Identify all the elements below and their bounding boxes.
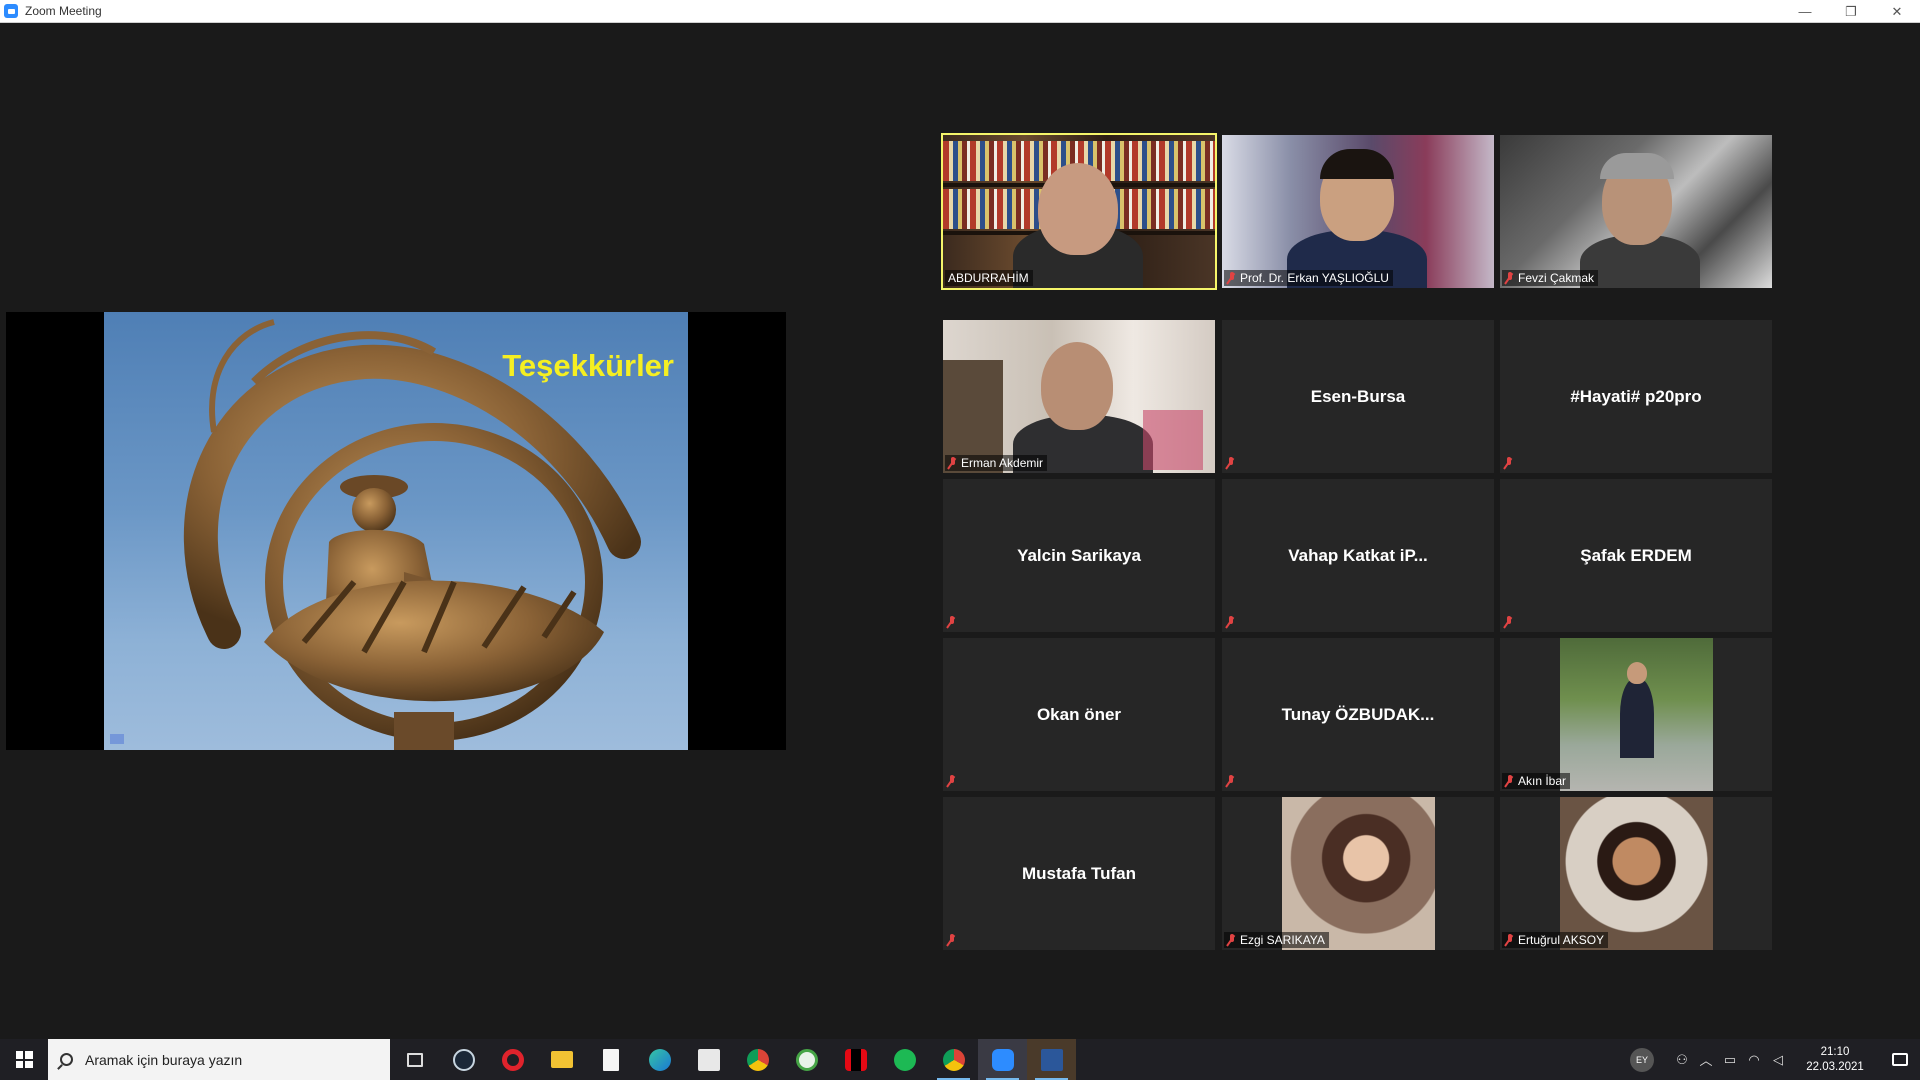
netflix-icon[interactable] bbox=[831, 1039, 880, 1080]
muted-mic-icon bbox=[947, 934, 957, 946]
participant-tile-erman[interactable]: Erman Akdemir bbox=[943, 320, 1215, 473]
participant-tile-abdurrahim[interactable]: ABDURRAHİM bbox=[941, 133, 1217, 290]
participant-tile-erkan[interactable]: Prof. Dr. Erkan YAŞLIOĞLU bbox=[1222, 135, 1494, 288]
muted-mic-icon bbox=[1504, 616, 1514, 628]
minimize-button[interactable]: — bbox=[1782, 0, 1828, 23]
participant-tile-safak[interactable]: Şafak ERDEM bbox=[1500, 479, 1772, 632]
participant-tile-okan[interactable]: Okan öner bbox=[943, 638, 1215, 791]
participant-name: Mustafa Tufan bbox=[1022, 863, 1136, 883]
participant-name-label: Ertuğrul AKSOY bbox=[1502, 932, 1609, 948]
user-avatar[interactable]: EY bbox=[1630, 1047, 1654, 1072]
chrome-profile-icon[interactable] bbox=[929, 1039, 978, 1080]
presentation-slide: Teşekkürler bbox=[104, 312, 688, 750]
participant-name: Okan öner bbox=[1036, 704, 1122, 724]
participant-photo bbox=[1560, 797, 1713, 950]
taskbar-search[interactable]: Aramak için buraya yazın bbox=[48, 1039, 390, 1080]
participant-name: Şafak ERDEM bbox=[1580, 545, 1692, 565]
search-icon bbox=[60, 1053, 73, 1066]
meeting-area: Teşekkürler ABDURRAHİM Prof. Dr. Erkan Y… bbox=[0, 23, 1920, 1039]
participant-name: Tunay ÖZBUDAK... bbox=[1281, 704, 1435, 724]
edge-icon[interactable] bbox=[635, 1039, 684, 1080]
cursor-icon bbox=[110, 734, 124, 744]
participant-video bbox=[1222, 135, 1494, 288]
people-icon[interactable]: ⚇ bbox=[1670, 1052, 1694, 1068]
start-button[interactable] bbox=[0, 1039, 48, 1080]
muted-mic-icon bbox=[1226, 457, 1236, 469]
taskbar: Aramak için buraya yazın EY ⚇ ︿ ▭ ◠ ◁ 21… bbox=[0, 1039, 1920, 1080]
participant-tile-vahap[interactable]: Vahap Katkat iP... bbox=[1222, 479, 1494, 632]
muted-mic-icon bbox=[1505, 934, 1515, 946]
participant-photo bbox=[1282, 797, 1435, 950]
store-icon[interactable] bbox=[684, 1039, 733, 1080]
muted-mic-icon bbox=[947, 616, 957, 628]
word-icon[interactable] bbox=[1027, 1039, 1076, 1080]
participant-video bbox=[1500, 135, 1772, 288]
title-bar: Zoom Meeting — ❐ ✕ bbox=[0, 0, 1920, 23]
participant-name: Esen-Bursa bbox=[1310, 386, 1406, 406]
muted-mic-icon bbox=[1505, 272, 1515, 284]
participant-name: Vahap Katkat iP... bbox=[1288, 545, 1428, 565]
participant-video bbox=[943, 320, 1215, 473]
participant-name-label: ABDURRAHİM bbox=[945, 270, 1033, 286]
participant-photo bbox=[1560, 638, 1713, 791]
close-button[interactable]: ✕ bbox=[1874, 0, 1920, 23]
zoom-icon[interactable] bbox=[978, 1039, 1027, 1080]
muted-mic-icon bbox=[1226, 775, 1236, 787]
chrome-icon[interactable] bbox=[733, 1039, 782, 1080]
muted-mic-icon bbox=[947, 775, 957, 787]
participant-tile-esen[interactable]: Esen-Bursa bbox=[1222, 320, 1494, 473]
task-view-icon[interactable] bbox=[390, 1039, 439, 1080]
participant-tile-tunay[interactable]: Tunay ÖZBUDAK... bbox=[1222, 638, 1494, 791]
notepad-icon[interactable] bbox=[586, 1039, 635, 1080]
vpn-icon[interactable] bbox=[782, 1039, 831, 1080]
muted-mic-icon bbox=[1227, 272, 1237, 284]
participant-tile-yalcin[interactable]: Yalcin Sarikaya bbox=[943, 479, 1215, 632]
volume-icon[interactable]: ◁ bbox=[1766, 1052, 1790, 1068]
muted-mic-icon bbox=[1505, 775, 1515, 787]
participant-tile-mustafa[interactable]: Mustafa Tufan bbox=[943, 797, 1215, 950]
slide-title: Teşekkürler bbox=[502, 348, 674, 383]
wifi-icon[interactable]: ◠ bbox=[1742, 1052, 1766, 1068]
file-explorer-icon[interactable] bbox=[537, 1039, 586, 1080]
muted-mic-icon bbox=[948, 457, 958, 469]
muted-mic-icon bbox=[1227, 934, 1237, 946]
participant-video bbox=[943, 135, 1215, 288]
notification-center-icon[interactable] bbox=[1880, 1053, 1920, 1066]
zoom-app-icon bbox=[4, 4, 18, 18]
windows-icon bbox=[15, 1051, 33, 1068]
clock-date: 22.03.2021 bbox=[1806, 1060, 1864, 1073]
system-tray: EY ⚇ ︿ ▭ ◠ ◁ 21:10 22.03.2021 bbox=[1630, 1039, 1920, 1080]
participant-tile-hayati[interactable]: #Hayati# p20pro bbox=[1500, 320, 1772, 473]
search-placeholder: Aramak için buraya yazın bbox=[85, 1051, 243, 1068]
opera-icon[interactable] bbox=[488, 1039, 537, 1080]
participant-name-label: Ezgi SARIKAYA bbox=[1224, 932, 1329, 948]
clock-time: 21:10 bbox=[1820, 1045, 1850, 1058]
participant-name-label: Akın İbar bbox=[1502, 773, 1571, 789]
window-controls: — ❐ ✕ bbox=[1782, 0, 1920, 23]
participant-name-label: Erman Akdemir bbox=[945, 455, 1048, 471]
window-title: Zoom Meeting bbox=[25, 4, 102, 18]
shared-screen[interactable]: Teşekkürler bbox=[6, 312, 786, 750]
participant-tile-ezgi[interactable]: Ezgi SARIKAYA bbox=[1222, 797, 1494, 950]
restore-button[interactable]: ❐ bbox=[1828, 0, 1874, 23]
battery-icon[interactable]: ▭ bbox=[1718, 1052, 1742, 1068]
spotify-icon[interactable] bbox=[880, 1039, 929, 1080]
muted-mic-icon bbox=[1226, 616, 1236, 628]
participant-tile-fevzi[interactable]: Fevzi Çakmak bbox=[1500, 135, 1772, 288]
participant-name: Yalcin Sarikaya bbox=[1017, 545, 1141, 565]
participant-name-label: Fevzi Çakmak bbox=[1502, 270, 1599, 286]
chevron-up-icon[interactable]: ︿ bbox=[1694, 1050, 1718, 1069]
muted-mic-icon bbox=[1504, 457, 1514, 469]
steam-icon[interactable] bbox=[439, 1039, 488, 1080]
clock[interactable]: 21:10 22.03.2021 bbox=[1796, 1045, 1874, 1075]
participant-tile-akin[interactable]: Akın İbar bbox=[1500, 638, 1772, 791]
participant-name-label: Prof. Dr. Erkan YAŞLIOĞLU bbox=[1224, 270, 1393, 286]
participant-tile-ertugrul[interactable]: Ertuğrul AKSOY bbox=[1500, 797, 1772, 950]
participant-name: #Hayati# p20pro bbox=[1570, 386, 1702, 406]
